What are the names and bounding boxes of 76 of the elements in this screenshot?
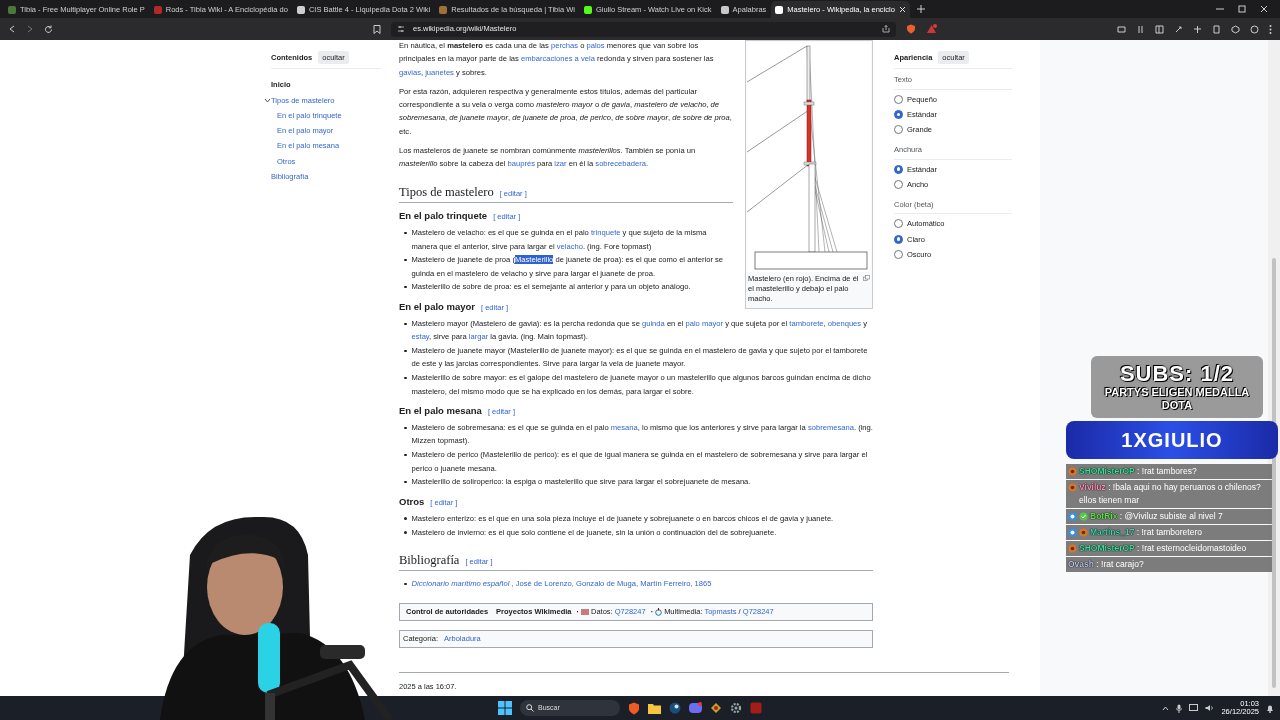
section-heading: En el palo mesana: [399, 403, 482, 417]
check-badge-icon: [1079, 512, 1088, 521]
search-icon: [526, 704, 534, 712]
microphone-icon[interactable]: [1176, 703, 1183, 713]
bullet-icon: [404, 453, 407, 457]
bullet-icon: [404, 517, 407, 520]
settings-icon[interactable]: [730, 702, 742, 714]
radio-button[interactable]: [894, 164, 903, 174]
minimize-icon[interactable]: [1216, 5, 1224, 13]
radio-button[interactable]: [894, 125, 903, 135]
bell-icon[interactable]: [1266, 703, 1274, 713]
radio-button[interactable]: [894, 179, 903, 189]
bullet-icon: [404, 322, 407, 326]
bullet-icon: [404, 231, 407, 235]
bullet-icon: [404, 531, 407, 534]
chat-app-icon[interactable]: [689, 702, 702, 714]
menu-icon[interactable]: [1269, 24, 1272, 34]
bullet-icon: [404, 349, 407, 353]
bullet-icon: [404, 426, 407, 430]
bullet-icon: [404, 285, 407, 289]
section-heading: Otros: [399, 494, 425, 508]
bullet-icon: [404, 480, 407, 484]
chat-text: Martins_17 : !rat tamboretero: [1090, 526, 1202, 539]
reload-icon[interactable]: [44, 24, 53, 34]
bullet-icon: [404, 582, 407, 586]
speaker-icon[interactable]: [1205, 704, 1215, 712]
radio-button[interactable]: [894, 249, 903, 259]
chat-text: SHOMisterOP : !rat tambores?: [1079, 465, 1197, 478]
steam-icon[interactable]: [669, 702, 681, 714]
shield-icon[interactable]: [906, 24, 916, 34]
goal-subtitle: PARTYS ELIGEN MEDALLA DOTA: [1103, 386, 1251, 412]
bookmark-icon[interactable]: [373, 24, 381, 34]
chat-text: Viviluz : !bala aqui no hay peruanos o chilenos? ellos tienen mar: [1079, 481, 1262, 507]
chat-text: Ovash : !rat carajo?: [1068, 558, 1144, 571]
radio-button[interactable]: [894, 94, 903, 104]
radio-button[interactable]: [894, 219, 903, 229]
chat-username: Ovash: [1068, 559, 1094, 569]
channel-name: 1XGIULIO: [1121, 428, 1223, 453]
reading-list-icon[interactable]: [1155, 24, 1164, 34]
radio-button[interactable]: [894, 234, 903, 244]
media-icon[interactable]: [1136, 24, 1145, 34]
chat-username: BotRix: [1090, 511, 1118, 521]
enlarge-icon[interactable]: [863, 275, 870, 281]
close-icon[interactable]: [1260, 5, 1268, 13]
chat-username: Viviluz: [1079, 482, 1106, 492]
site-settings-icon[interactable]: [397, 25, 405, 33]
section-heading: Tipos de mastelero: [399, 183, 494, 200]
robot-badge-icon: [1068, 528, 1077, 537]
section-heading: Bibliografía: [399, 552, 460, 568]
display-icon[interactable]: [1189, 704, 1199, 712]
share-icon[interactable]: [882, 25, 890, 33]
new-tab-icon[interactable]: [916, 5, 925, 13]
bullet-icon: [404, 258, 407, 262]
forward-icon[interactable]: [26, 25, 34, 33]
chevron-up-icon[interactable]: [1162, 705, 1170, 711]
windows-icon[interactable]: [498, 701, 512, 715]
folder-icon[interactable]: [648, 702, 661, 714]
section-heading: En el palo trinquete: [399, 208, 488, 222]
commons-icon: [655, 607, 663, 616]
chat-text: SHOMisterOP : !rat esternocleidomastoideo: [1079, 542, 1247, 555]
chat-username: SHOMisterOP: [1079, 543, 1135, 553]
chat-text: BotRix : @Viviluz subiste al nivel 7: [1090, 510, 1223, 523]
chevron-icon[interactable]: [264, 96, 271, 104]
goal-title: SUBS: 1/2: [1119, 362, 1235, 386]
chat-username: SHOMisterOP: [1079, 466, 1135, 476]
profile-icon[interactable]: [1250, 24, 1259, 34]
radio-button[interactable]: [894, 109, 903, 119]
chat-username: Martins_17: [1090, 527, 1135, 537]
bullet-icon: [404, 376, 407, 380]
close-icon[interactable]: [898, 6, 906, 13]
back-icon[interactable]: [8, 25, 16, 33]
maximize-icon[interactable]: [1238, 5, 1246, 13]
section-heading: En el palo mayor: [399, 299, 476, 313]
robot-badge-icon: [1068, 512, 1077, 521]
sidebar-icon[interactable]: [1117, 24, 1126, 34]
scrollbar-thumb[interactable]: [1272, 258, 1276, 688]
